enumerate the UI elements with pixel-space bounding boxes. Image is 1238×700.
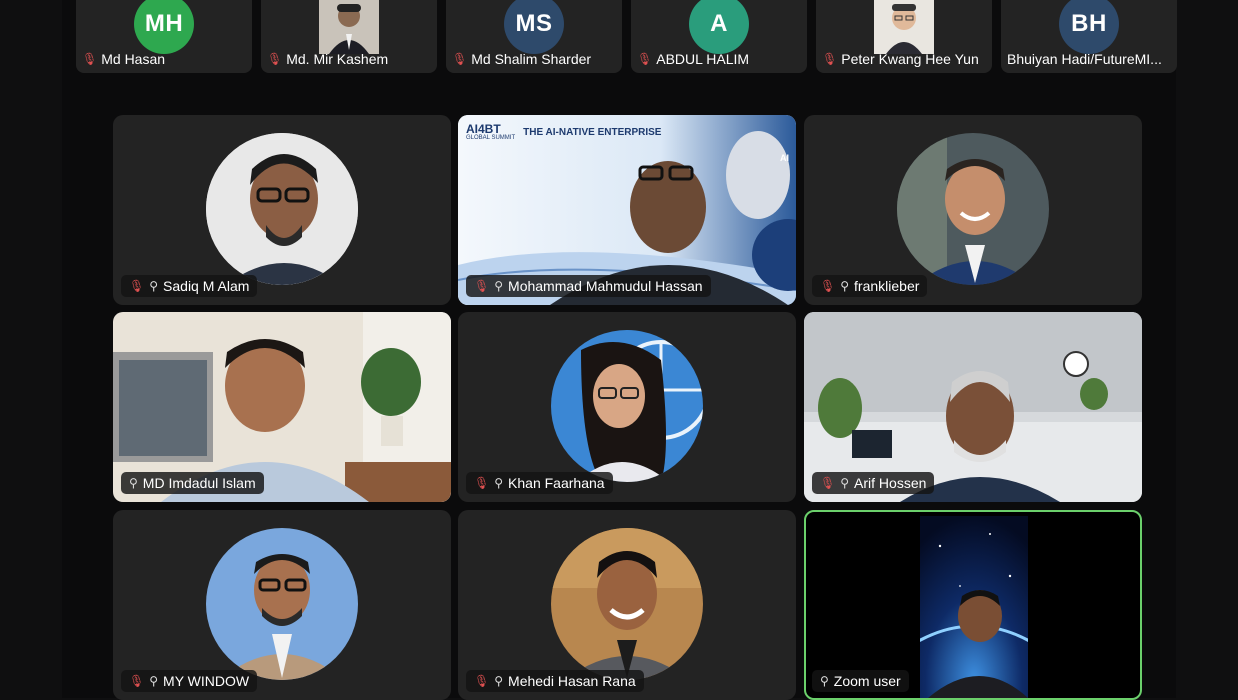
- video-tile[interactable]: 🎙 ⚲ Sadiq M Alam: [113, 115, 451, 305]
- pin-icon: ⚲: [494, 674, 504, 688]
- avatar: [319, 0, 379, 54]
- mic-muted-icon: 🎙: [820, 279, 836, 293]
- participant-strip: MH 🎙 Md Hasan 🎙 Md. Mir Kashem MS 🎙 Md Shal…: [62, 0, 1177, 76]
- participant-name: Md Shalim Sharder: [471, 51, 592, 67]
- video-tile[interactable]: 🎙 ⚲ franklieber: [804, 115, 1142, 305]
- ai-tag: AI: [780, 153, 789, 163]
- avatar: BH: [1059, 0, 1119, 54]
- mic-muted-icon: 🎙: [474, 476, 490, 490]
- participant-name: Arif Hossen: [854, 475, 927, 491]
- participant-photo: [897, 133, 1049, 285]
- participant-name: MD Imdadul Islam: [142, 475, 256, 491]
- pin-icon: ⚲: [840, 476, 850, 490]
- participant-photo: [206, 133, 358, 285]
- mic-muted-icon: 🎙: [637, 52, 653, 66]
- participant-photo: [551, 528, 703, 680]
- video-tile[interactable]: 🎙 ⚲ Khan Faarhana: [458, 312, 796, 502]
- event-subtitle: GLOBAL SUMMIT: [466, 135, 516, 141]
- avatar: [874, 0, 934, 54]
- mic-muted-icon: 🎙: [822, 52, 838, 66]
- meeting-gallery: MH 🎙 Md Hasan 🎙 Md. Mir Kashem MS 🎙 Md Shal…: [62, 0, 1177, 700]
- mic-muted-icon: 🎙: [129, 674, 145, 688]
- video-tile[interactable]: AI4BT GLOBAL SUMMIT THE AI-NATIVE ENTERP…: [458, 115, 796, 305]
- pin-icon: ⚲: [840, 279, 850, 293]
- participant-video: [920, 516, 1028, 698]
- event-title: THE AI-NATIVE ENTERPRISE: [523, 126, 662, 138]
- participant-name: Khan Faarhana: [508, 475, 605, 491]
- avatar: MH: [134, 0, 194, 54]
- video-tile[interactable]: ⚲ MD Imdadul Islam: [113, 312, 451, 502]
- participant-name: Mehedi Hasan Rana: [508, 673, 636, 689]
- mic-muted-icon: 🎙: [267, 52, 283, 66]
- event-banner: AI4BT GLOBAL SUMMIT THE AI-NATIVE ENTERP…: [466, 123, 661, 141]
- participant-photo: [206, 528, 358, 680]
- participant-name: MY WINDOW: [163, 673, 250, 689]
- pin-icon: ⚲: [494, 476, 504, 490]
- pin-icon: ⚲: [820, 674, 829, 688]
- participant-name: Zoom user: [833, 673, 901, 689]
- strip-participant-tile[interactable]: MS 🎙 Md Shalim Sharder: [446, 0, 622, 73]
- participant-name: Bhuiyan Hadi/FutureMI...: [1007, 51, 1162, 67]
- participant-name: franklieber: [854, 278, 920, 294]
- pin-icon: ⚲: [494, 279, 504, 293]
- strip-participant-tile[interactable]: A 🎙 ABDUL HALIM: [631, 0, 807, 73]
- video-tile[interactable]: 🎙 ⚲ Mehedi Hasan Rana: [458, 510, 796, 700]
- mic-muted-icon: 🎙: [129, 279, 145, 293]
- mic-muted-icon: 🎙: [820, 476, 836, 490]
- pin-icon: ⚲: [149, 674, 159, 688]
- event-logo: AI4BT: [466, 122, 501, 136]
- avatar: A: [689, 0, 749, 54]
- participant-name: Md Hasan: [101, 51, 166, 67]
- participant-name: Peter Kwang Hee Yun: [841, 51, 979, 67]
- strip-participant-tile[interactable]: MH 🎙 Md Hasan: [76, 0, 252, 73]
- participant-name: Sadiq M Alam: [163, 278, 250, 294]
- mic-muted-icon: 🎙: [474, 279, 490, 293]
- video-tile[interactable]: 🎙 ⚲ Arif Hossen: [804, 312, 1142, 502]
- pin-icon: ⚲: [129, 476, 138, 490]
- participant-photo: [551, 330, 703, 482]
- video-tile[interactable]: 🎙 ⚲ MY WINDOW: [113, 510, 451, 700]
- participant-name: Md. Mir Kashem: [286, 51, 389, 67]
- active-speaker-tile[interactable]: ⚲ Zoom user: [804, 510, 1142, 700]
- pin-icon: ⚲: [149, 279, 159, 293]
- strip-participant-tile[interactable]: 🎙 Md. Mir Kashem: [261, 0, 437, 73]
- mic-muted-icon: 🎙: [82, 52, 98, 66]
- strip-participant-tile[interactable]: BH Bhuiyan Hadi/FutureMI...: [1001, 0, 1177, 73]
- mic-muted-icon: 🎙: [474, 674, 490, 688]
- avatar: MS: [504, 0, 564, 54]
- participant-name: Mohammad Mahmudul Hassan: [508, 278, 703, 294]
- strip-participant-tile[interactable]: 🎙 Peter Kwang Hee Yun: [816, 0, 992, 73]
- mic-muted-icon: 🎙: [452, 52, 468, 66]
- participant-name: ABDUL HALIM: [656, 51, 750, 67]
